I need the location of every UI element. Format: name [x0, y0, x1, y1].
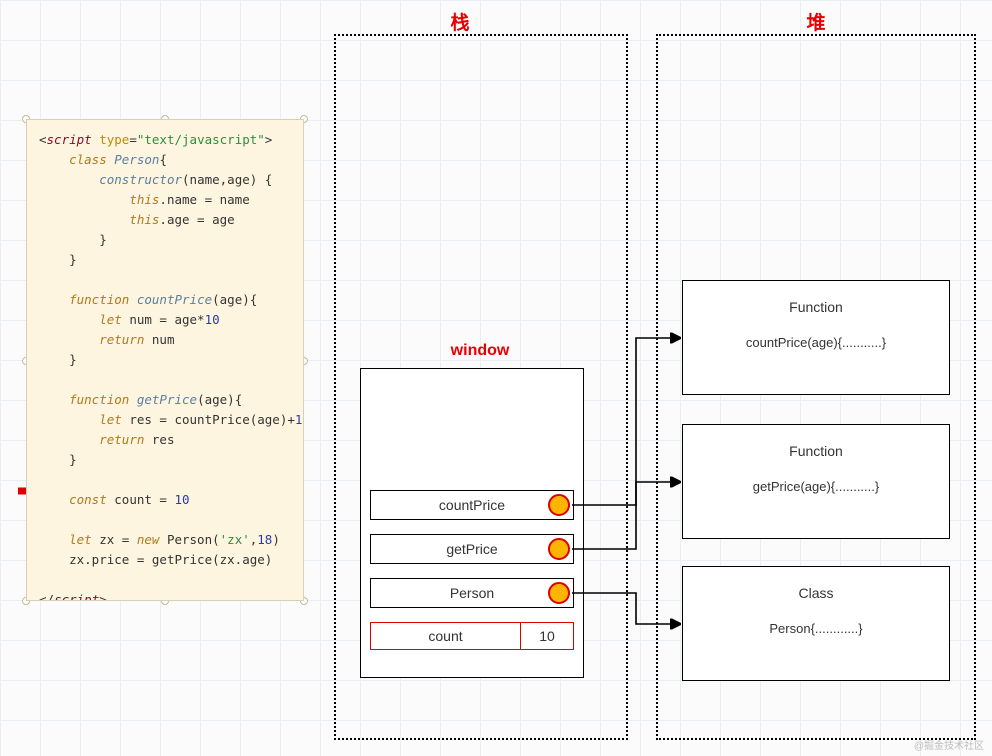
connector-lines — [0, 0, 992, 756]
watermark: @掘金技术社区 — [914, 737, 984, 752]
